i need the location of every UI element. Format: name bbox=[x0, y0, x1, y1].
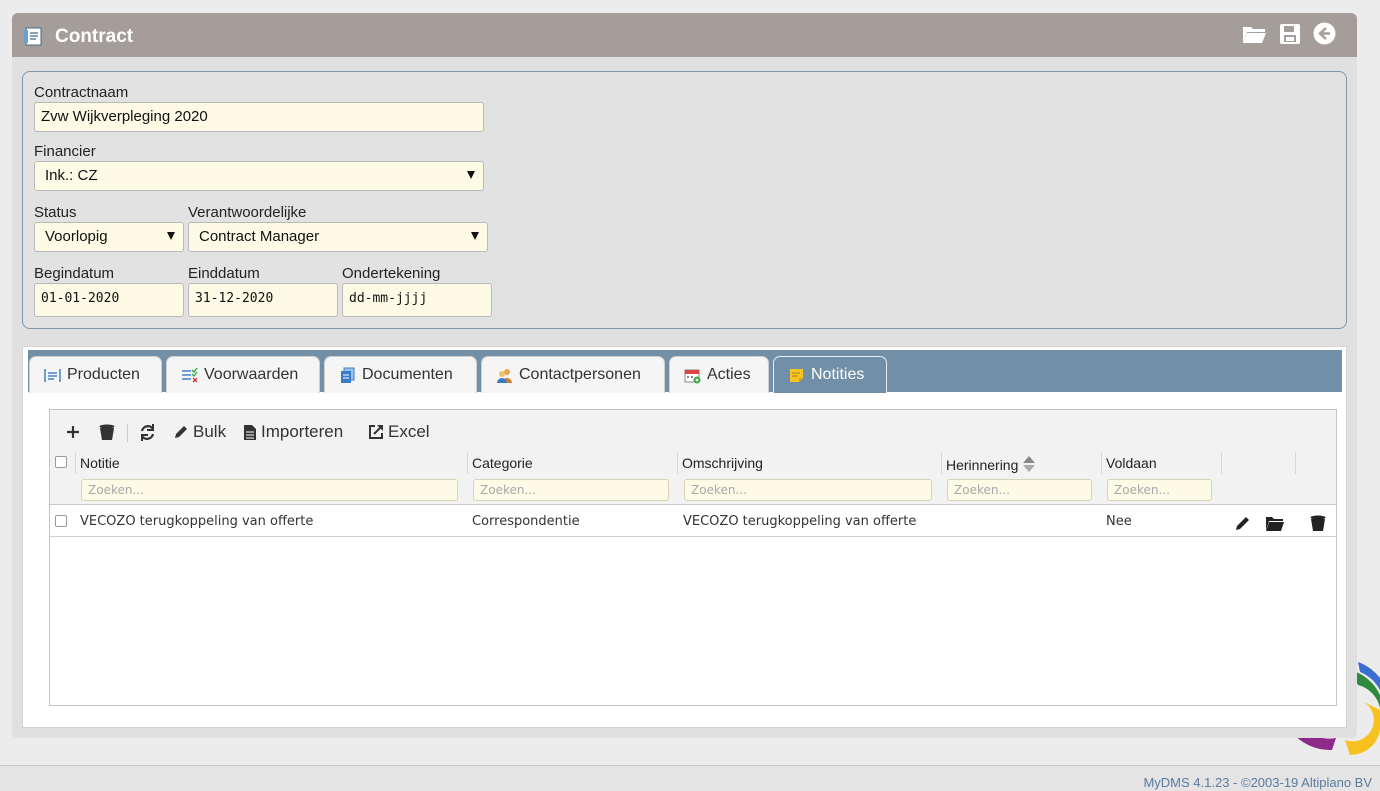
tab-notities-label: Notities bbox=[811, 366, 865, 383]
tab-contactpersonen-label: Contactpersonen bbox=[519, 366, 641, 383]
search-omschrijving-input[interactable]: Zoeken... bbox=[684, 479, 932, 501]
contract-form: Contractnaam Zvw Wijkverpleging 2020 Fin… bbox=[22, 71, 1347, 329]
delete-button[interactable] bbox=[98, 421, 116, 443]
row-checkbox[interactable] bbox=[55, 515, 67, 527]
file-text-icon bbox=[244, 424, 256, 440]
page-title: Contract bbox=[55, 26, 134, 47]
contractnaam-label: Contractnaam bbox=[34, 84, 129, 101]
status-label: Status bbox=[34, 204, 77, 221]
add-button[interactable] bbox=[66, 421, 80, 443]
search-voldaan-input[interactable]: Zoeken... bbox=[1107, 479, 1212, 501]
cell-voldaan: Nee bbox=[1106, 514, 1132, 529]
tab-producten-label: Producten bbox=[67, 366, 140, 383]
select-all-checkbox[interactable] bbox=[55, 456, 67, 468]
grid-header: Notitie Categorie Omschrijving Herinneri… bbox=[50, 452, 1336, 474]
excel-button[interactable]: Excel bbox=[368, 421, 430, 443]
toolbar-divider bbox=[127, 424, 128, 442]
refresh-icon bbox=[140, 423, 155, 441]
einddatum-input[interactable]: 31-12-2020 bbox=[188, 283, 338, 317]
external-link-icon bbox=[369, 425, 383, 439]
trash-icon bbox=[99, 424, 115, 440]
financier-value: Ink.: CZ bbox=[45, 167, 98, 184]
column-categorie[interactable]: Categorie bbox=[468, 452, 533, 474]
column-omschrijving[interactable]: Omschrijving bbox=[678, 452, 763, 474]
status-value: Voorlopig bbox=[45, 228, 108, 245]
tab-documenten-label: Documenten bbox=[362, 366, 453, 383]
begindatum-input[interactable]: 01-01-2020 bbox=[34, 283, 184, 317]
contract-doc-icon bbox=[24, 27, 42, 46]
contract-window: Contract Contractnaam Zvw Wijkverpleging… bbox=[12, 13, 1357, 738]
tabs-bar: Producten Voorwaarden Documenten Contact… bbox=[28, 350, 1342, 393]
tab-contactpersonen[interactable]: Contactpersonen bbox=[481, 356, 665, 393]
import-label: Importeren bbox=[261, 422, 344, 441]
grid-toolbar: Bulk Importeren Excel bbox=[50, 410, 1336, 452]
tab-producten[interactable]: Producten bbox=[29, 356, 162, 393]
einddatum-label: Einddatum bbox=[188, 265, 260, 282]
edit-pencil-icon[interactable] bbox=[1234, 514, 1252, 532]
column-voldaan[interactable]: Voldaan bbox=[1102, 452, 1157, 474]
tab-documenten[interactable]: Documenten bbox=[324, 356, 477, 393]
search-herinnering-input[interactable]: Zoeken... bbox=[947, 479, 1092, 501]
folder-open-icon[interactable] bbox=[1242, 21, 1267, 46]
verantwoordelijke-label: Verantwoordelijke bbox=[188, 204, 307, 221]
cell-notitie: VECOZO terugkoppeling van offerte bbox=[80, 514, 314, 529]
search-categorie-input[interactable]: Zoeken... bbox=[473, 479, 669, 501]
folder-open-icon[interactable] bbox=[1265, 514, 1285, 532]
verantwoordelijke-value: Contract Manager bbox=[199, 228, 320, 245]
cell-omschrijving: VECOZO terugkoppeling van offerte bbox=[683, 514, 917, 529]
tab-notities[interactable]: Notities bbox=[773, 356, 887, 393]
grid-filter-row: Zoeken... Zoeken... Zoeken... Zoeken... … bbox=[50, 474, 1336, 505]
title-bar: Contract bbox=[12, 13, 1357, 57]
cell-categorie: Correspondentie bbox=[472, 514, 580, 529]
ondertekening-label: Ondertekening bbox=[342, 265, 441, 282]
tabs-panel: Producten Voorwaarden Documenten Contact… bbox=[22, 346, 1347, 728]
tab-voorwaarden[interactable]: Voorwaarden bbox=[166, 356, 320, 393]
chevron-down-icon bbox=[467, 171, 475, 179]
financier-label: Financier bbox=[34, 143, 96, 160]
notities-grid: Bulk Importeren Excel Notitie Categorie … bbox=[49, 409, 1337, 706]
column-herinnering-label: Herinnering bbox=[946, 457, 1019, 473]
note-icon bbox=[790, 368, 803, 382]
column-herinnering[interactable]: Herinnering bbox=[942, 452, 1036, 474]
bulk-label: Bulk bbox=[193, 422, 227, 441]
checklist-icon bbox=[182, 367, 198, 382]
add-icon bbox=[67, 426, 79, 438]
save-icon[interactable] bbox=[1277, 21, 1302, 46]
tab-voorwaarden-label: Voorwaarden bbox=[204, 366, 299, 383]
verantwoordelijke-select[interactable]: Contract Manager bbox=[188, 222, 488, 252]
calendar-icon bbox=[684, 369, 701, 383]
table-row[interactable]: VECOZO terugkoppeling van offerte Corres… bbox=[50, 506, 1336, 537]
contacts-icon bbox=[497, 368, 512, 383]
chevron-down-icon bbox=[167, 232, 175, 240]
tab-acties[interactable]: Acties bbox=[669, 356, 769, 393]
back-arrow-icon[interactable] bbox=[1312, 21, 1337, 46]
search-notitie-input[interactable]: Zoeken... bbox=[81, 479, 458, 501]
import-button[interactable]: Importeren bbox=[243, 421, 343, 443]
refresh-button[interactable] bbox=[138, 421, 157, 443]
trash-icon[interactable] bbox=[1309, 514, 1327, 532]
column-notitie[interactable]: Notitie bbox=[76, 452, 120, 474]
footer-copyright: MyDMS 4.1.23 - ©2003-19 Altiplano BV bbox=[1143, 775, 1372, 790]
contractnaam-input[interactable]: Zvw Wijkverpleging 2020 bbox=[34, 102, 484, 132]
chevron-down-icon bbox=[471, 232, 479, 240]
sort-icon bbox=[1023, 456, 1036, 472]
footer: MyDMS 4.1.23 - ©2003-19 Altiplano BV bbox=[0, 766, 1380, 791]
ondertekening-input[interactable]: dd-mm-jjjj bbox=[342, 283, 492, 317]
status-select[interactable]: Voorlopig bbox=[34, 222, 184, 252]
pencil-icon bbox=[175, 426, 187, 438]
documents-icon bbox=[341, 367, 355, 383]
tab-acties-label: Acties bbox=[707, 366, 751, 383]
excel-label: Excel bbox=[388, 422, 430, 441]
financier-select[interactable]: Ink.: CZ bbox=[34, 161, 484, 191]
begindatum-label: Begindatum bbox=[34, 265, 115, 282]
list-icon bbox=[44, 368, 61, 382]
bulk-button[interactable]: Bulk bbox=[173, 421, 226, 443]
